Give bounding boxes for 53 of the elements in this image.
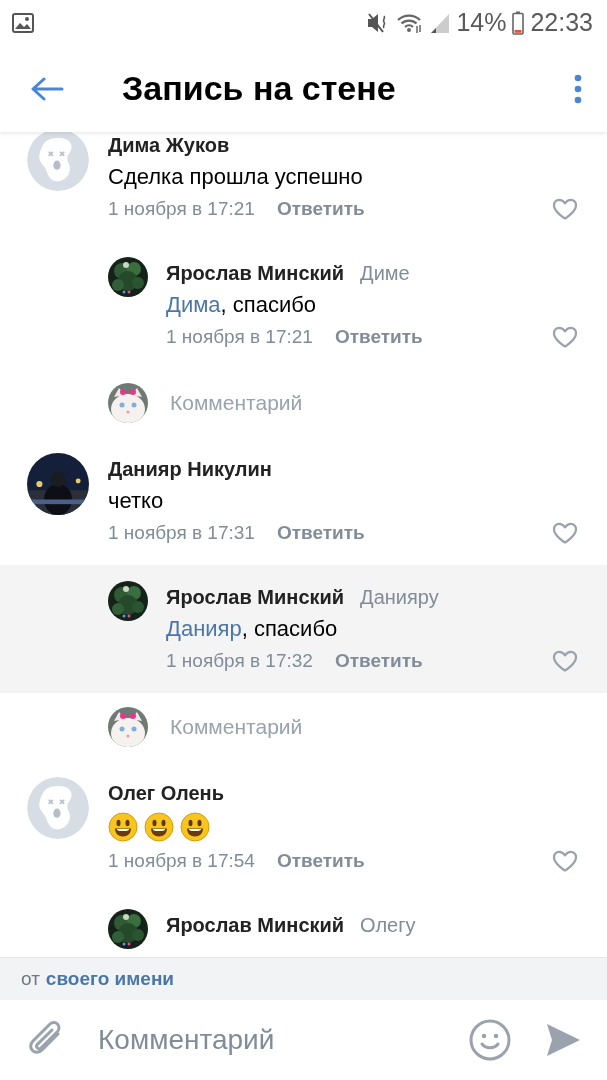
comment-text: четко [108, 488, 164, 514]
send-button[interactable] [545, 1022, 581, 1058]
comment-text: Дима, спасибо [166, 292, 317, 318]
send-icon [545, 1022, 581, 1058]
author-name[interactable]: Данияр Никулин [108, 457, 272, 481]
reply-button[interactable]: Ответить [276, 850, 365, 872]
back-icon [30, 76, 64, 101]
comment-text: Сделка прошла успешно [108, 164, 363, 190]
reply-to-name: Данияру [360, 585, 439, 609]
like-icon[interactable] [552, 850, 578, 872]
reply-button[interactable]: Ответить [334, 650, 423, 672]
mention-link[interactable]: Дима [166, 292, 221, 317]
like-icon[interactable] [552, 650, 578, 672]
reply-to-name: Диме [360, 261, 410, 285]
reply-prompt[interactable]: Комментарий [170, 391, 303, 415]
default-avatar-icon [27, 132, 89, 191]
reply-prompt[interactable]: Комментарий [170, 715, 303, 739]
reply-button[interactable]: Ответить [276, 198, 365, 220]
sender-link[interactable]: своего имени [45, 968, 175, 990]
comment-date: 1 ноября в 17:54 [108, 850, 255, 872]
like-icon[interactable] [552, 326, 578, 348]
emoji-button[interactable] [469, 1019, 511, 1061]
battery-icon [512, 10, 525, 35]
smile-icon [469, 1019, 511, 1061]
page-title: Запись на стене [122, 69, 397, 108]
comment-input[interactable]: Комментарий [96, 1023, 469, 1057]
smiley-icon [108, 812, 138, 842]
reply-button[interactable]: Ответить [276, 522, 365, 544]
author-name[interactable]: Олег Олень [108, 781, 224, 805]
comment-text: Данияр, спасибо [166, 616, 338, 642]
comment-date: 1 ноября в 17:31 [108, 522, 255, 544]
default-avatar-icon [27, 777, 89, 839]
author-name[interactable]: Ярослав Минский [166, 913, 345, 937]
smiley-icon [180, 812, 210, 842]
battery-percent: 14% [456, 8, 507, 37]
author-name[interactable]: Ярослав Минский [166, 261, 345, 285]
like-icon[interactable] [552, 198, 578, 220]
comment-date: 1 ноября в 17:32 [166, 650, 313, 672]
mention-link[interactable]: Данияр [166, 616, 242, 641]
back-button[interactable] [30, 76, 64, 101]
comment-date: 1 ноября в 17:21 [166, 326, 313, 348]
gallery-icon [12, 12, 34, 33]
reply-to-name: Олегу [360, 913, 416, 937]
more-button[interactable] [573, 73, 583, 104]
author-name[interactable]: Ярослав Минский [166, 585, 345, 609]
clock-time: 22:33 [530, 8, 593, 37]
smiley-icon [144, 812, 174, 842]
reply-button[interactable]: Ответить [334, 326, 423, 348]
comment-date: 1 ноября в 17:21 [108, 198, 255, 220]
sender-prefix: от [21, 968, 40, 990]
more-icon [573, 73, 583, 104]
like-icon[interactable] [552, 522, 578, 544]
author-name[interactable]: Дима Жуков [108, 133, 230, 157]
